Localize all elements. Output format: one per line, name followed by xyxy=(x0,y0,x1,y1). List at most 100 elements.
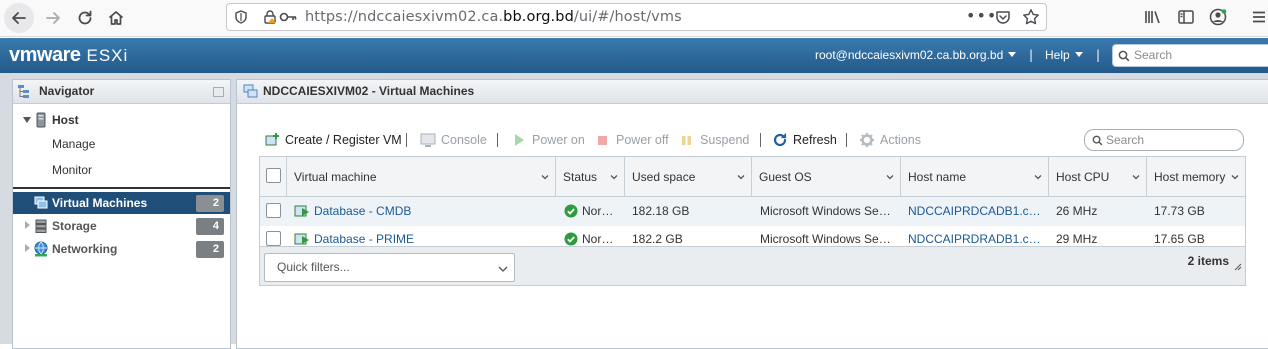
count-badge: 2 xyxy=(196,241,224,258)
select-all-checkbox[interactable] xyxy=(266,168,281,183)
play-icon xyxy=(515,134,524,146)
count-badge: 2 xyxy=(196,195,224,212)
console-button[interactable]: Console xyxy=(420,130,487,150)
virtual-machines-icon xyxy=(243,84,258,98)
chevron-down-icon xyxy=(498,266,508,272)
reload-button[interactable] xyxy=(70,3,100,33)
toolbar-separator xyxy=(760,133,761,147)
power-off-button[interactable]: Power off xyxy=(595,130,669,150)
host-name-link[interactable]: NDCCAIPRDCADB1.c… xyxy=(908,204,1041,218)
star-icon[interactable] xyxy=(1022,8,1040,26)
column-header-host-memory[interactable]: Host memory xyxy=(1147,157,1245,197)
vm-name-link[interactable]: Database - CMDB xyxy=(314,204,411,218)
create-vm-icon xyxy=(265,133,279,146)
expand-arrow-icon[interactable] xyxy=(25,221,30,229)
url-bar[interactable]: https://ndccaiesxivm02.ca.bb.org.bd/ui/#… xyxy=(226,3,1047,31)
nav-item-manage[interactable]: Manage xyxy=(13,133,230,155)
header-search-input[interactable]: Search xyxy=(1112,44,1268,67)
networking-globe-icon xyxy=(34,241,48,257)
expand-arrow-icon[interactable] xyxy=(23,117,31,123)
column-header-host-cpu[interactable]: Host CPU xyxy=(1049,157,1147,197)
chevron-down-icon[interactable] xyxy=(610,173,618,181)
search-icon xyxy=(1092,135,1103,146)
page-actions-icon[interactable]: ••• xyxy=(966,6,997,25)
library-icon[interactable] xyxy=(1144,8,1162,26)
pocket-icon[interactable] xyxy=(995,9,1011,25)
account-icon[interactable] xyxy=(1209,8,1227,26)
vm-powered-on-icon xyxy=(294,205,309,217)
chevron-down-icon[interactable] xyxy=(886,173,894,181)
suspend-button[interactable]: Suspend xyxy=(679,130,749,150)
key-icon[interactable] xyxy=(279,10,297,24)
select-all-column xyxy=(260,157,287,197)
actions-button[interactable]: Actions xyxy=(859,130,921,150)
column-header-used-space[interactable]: Used space xyxy=(625,157,752,197)
host-memory: 17.73 GB xyxy=(1154,204,1205,218)
table-row[interactable]: Database - PRIME Nor… 182.2 GB Microsoft… xyxy=(260,226,1245,246)
host-cpu: 29 MHz xyxy=(1056,232,1098,246)
gear-icon xyxy=(860,133,874,147)
storage-icon xyxy=(35,219,47,233)
menu-icon[interactable] xyxy=(1250,8,1268,26)
row-checkbox[interactable] xyxy=(266,203,281,218)
host-cpu: 26 MHz xyxy=(1056,204,1098,218)
host-memory: 17.65 GB xyxy=(1154,232,1205,246)
nav-divider xyxy=(13,187,230,189)
nav-item-storage[interactable]: Storage 4 xyxy=(13,215,230,237)
item-count: 2 items xyxy=(1187,254,1229,268)
url-text: https://ndccaiesxivm02.ca.bb.org.bd/ui/#… xyxy=(305,9,682,25)
status-text: Nor… xyxy=(582,232,614,246)
home-button[interactable] xyxy=(101,3,131,33)
expand-arrow-icon[interactable] xyxy=(25,244,30,252)
chevron-down-icon[interactable] xyxy=(737,173,745,181)
lock-warning-icon[interactable] xyxy=(263,10,277,24)
stop-icon xyxy=(598,136,607,145)
navigator-title: Navigator xyxy=(39,84,95,98)
used-space: 182.2 GB xyxy=(632,232,683,246)
vm-table: Virtual machine Status Used space Guest … xyxy=(259,156,1246,286)
nav-item-virtual-machines[interactable]: Virtual Machines 2 xyxy=(13,192,230,214)
browser-toolbar: https://ndccaiesxivm02.ca.bb.org.bd/ui/#… xyxy=(0,0,1268,37)
refresh-icon xyxy=(773,133,787,147)
refresh-button[interactable]: Refresh xyxy=(772,130,837,150)
column-header-host-name[interactable]: Host name xyxy=(901,157,1049,197)
page-title: NDCCAIESXIVM02 - Virtual Machines xyxy=(263,84,475,98)
navigator-icon xyxy=(18,85,29,98)
table-row[interactable]: Database - CMDB Nor… 182.18 GB Microsoft… xyxy=(260,197,1245,226)
nav-item-host[interactable]: Host xyxy=(13,109,230,131)
navigator-header: Navigator xyxy=(13,80,230,104)
forward-button[interactable] xyxy=(38,3,68,33)
arrow-left-icon xyxy=(12,12,26,24)
sidebar-icon[interactable] xyxy=(1177,8,1195,26)
vm-search-input[interactable]: Search xyxy=(1084,129,1244,151)
nav-item-networking[interactable]: Networking 2 xyxy=(13,238,230,260)
resize-grip-icon[interactable] xyxy=(1234,263,1242,271)
chevron-down-icon[interactable] xyxy=(1034,173,1042,181)
nav-item-monitor[interactable]: Monitor xyxy=(13,159,230,181)
vm-name-link[interactable]: Database - PRIME xyxy=(314,232,414,246)
host-name-link[interactable]: NDCCAIPRDRADB1.c… xyxy=(908,232,1041,246)
toolbar-separator xyxy=(846,133,847,147)
chevron-down-icon[interactable] xyxy=(541,173,549,181)
table-footer: Quick filters... 2 items xyxy=(260,246,1245,285)
back-button[interactable] xyxy=(4,3,34,33)
chevron-down-icon[interactable] xyxy=(1231,173,1239,181)
main-header: NDCCAIESXIVM02 - Virtual Machines xyxy=(237,80,1268,104)
arrow-right-icon xyxy=(46,12,60,24)
help-menu[interactable]: Help xyxy=(1045,48,1083,62)
column-header-status[interactable]: Status xyxy=(556,157,625,197)
column-header-guest-os[interactable]: Guest OS xyxy=(752,157,901,197)
column-header-virtual-machine[interactable]: Virtual machine xyxy=(287,157,556,197)
shield-icon[interactable] xyxy=(234,10,248,24)
quick-filters-select[interactable]: Quick filters... xyxy=(264,253,515,282)
create-register-vm-button[interactable]: Create / Register VM xyxy=(264,130,402,150)
console-icon xyxy=(420,133,436,147)
collapse-icon[interactable] xyxy=(213,87,224,97)
chevron-down-icon[interactable] xyxy=(1132,173,1140,181)
power-on-button[interactable]: Power on xyxy=(511,130,585,150)
table-header: Virtual machine Status Used space Guest … xyxy=(260,157,1245,197)
reload-icon xyxy=(78,10,92,25)
user-menu[interactable]: root@ndccaiesxivm02.ca.bb.org.bd xyxy=(815,48,1017,62)
row-checkbox[interactable] xyxy=(266,231,281,246)
pause-icon xyxy=(682,136,691,145)
